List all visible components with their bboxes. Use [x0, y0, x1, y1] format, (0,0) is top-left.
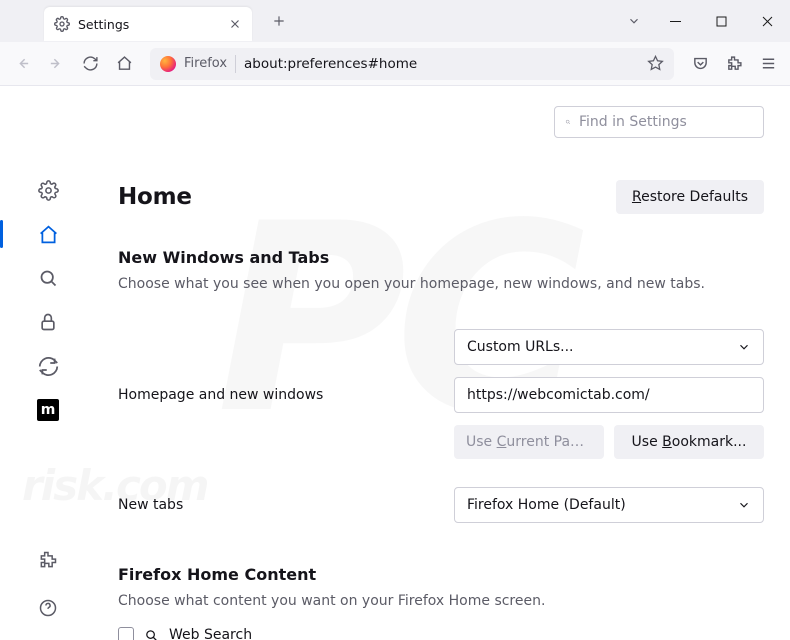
nav-help[interactable] — [28, 586, 68, 630]
search-icon — [144, 628, 159, 640]
use-current-pages-button[interactable]: Use Current Pages — [454, 425, 604, 459]
close-window-button[interactable] — [744, 5, 790, 37]
reload-button[interactable] — [74, 48, 106, 80]
new-tab-button[interactable] — [266, 8, 292, 34]
chevron-down-icon — [737, 340, 751, 354]
extensions-button[interactable] — [718, 48, 750, 80]
forward-button[interactable] — [40, 48, 72, 80]
nav-sync[interactable] — [28, 344, 68, 388]
tab-title: Settings — [78, 17, 220, 32]
toolbar: Firefox about:preferences#home — [0, 42, 790, 86]
nav-search[interactable] — [28, 256, 68, 300]
pocket-button[interactable] — [684, 48, 716, 80]
firefox-icon — [160, 56, 176, 72]
nav-general[interactable] — [28, 168, 68, 212]
homepage-label: Homepage and new windows — [118, 387, 454, 403]
bookmark-star-icon[interactable] — [647, 55, 664, 72]
nav-privacy[interactable] — [28, 300, 68, 344]
browser-tab[interactable]: Settings — [44, 7, 252, 41]
urlbar-text: about:preferences#home — [244, 56, 639, 72]
settings-search-input[interactable] — [579, 114, 753, 130]
section-new-windows-title: New Windows and Tabs — [118, 248, 764, 267]
web-search-checkbox-row[interactable]: Web Search — [118, 627, 764, 640]
window-controls — [616, 0, 790, 42]
close-icon[interactable] — [228, 17, 242, 31]
section-home-content-desc: Choose what content you want on your Fir… — [118, 592, 764, 612]
chevron-down-icon — [737, 498, 751, 512]
homepage-url-input[interactable] — [467, 387, 751, 403]
search-icon — [565, 115, 571, 129]
back-button[interactable] — [6, 48, 38, 80]
url-bar[interactable]: Firefox about:preferences#home — [150, 48, 674, 80]
page-title: Home — [118, 184, 192, 210]
nav-home[interactable] — [28, 212, 68, 256]
web-search-label: Web Search — [169, 627, 252, 640]
nav-extensions[interactable] — [28, 538, 68, 582]
home-button[interactable] — [108, 48, 140, 80]
maximize-button[interactable] — [698, 5, 744, 37]
sidebar: m — [0, 86, 96, 640]
checkbox[interactable] — [118, 627, 134, 640]
menu-button[interactable] — [752, 48, 784, 80]
restore-defaults-button[interactable]: Restore Defaults — [616, 180, 764, 214]
section-home-content-title: Firefox Home Content — [118, 565, 764, 584]
section-new-windows-desc: Choose what you see when you open your h… — [118, 275, 764, 295]
settings-search[interactable] — [554, 106, 764, 138]
newtabs-label: New tabs — [118, 497, 454, 513]
gear-icon — [54, 16, 70, 32]
m-icon: m — [37, 399, 59, 421]
tabs-dropdown-button[interactable] — [616, 0, 652, 42]
newtabs-select[interactable]: Firefox Home (Default) — [454, 487, 764, 523]
main-content: Home Restore Defaults New Windows and Ta… — [96, 86, 790, 640]
minimize-button[interactable] — [652, 5, 698, 37]
nav-more[interactable]: m — [28, 388, 68, 432]
titlebar: Settings — [0, 0, 790, 42]
homepage-mode-select[interactable]: Custom URLs... — [454, 329, 764, 365]
homepage-url-input-wrap[interactable] — [454, 377, 764, 413]
use-bookmark-button[interactable]: Use Bookmark... — [614, 425, 764, 459]
urlbar-identity: Firefox — [184, 56, 227, 71]
